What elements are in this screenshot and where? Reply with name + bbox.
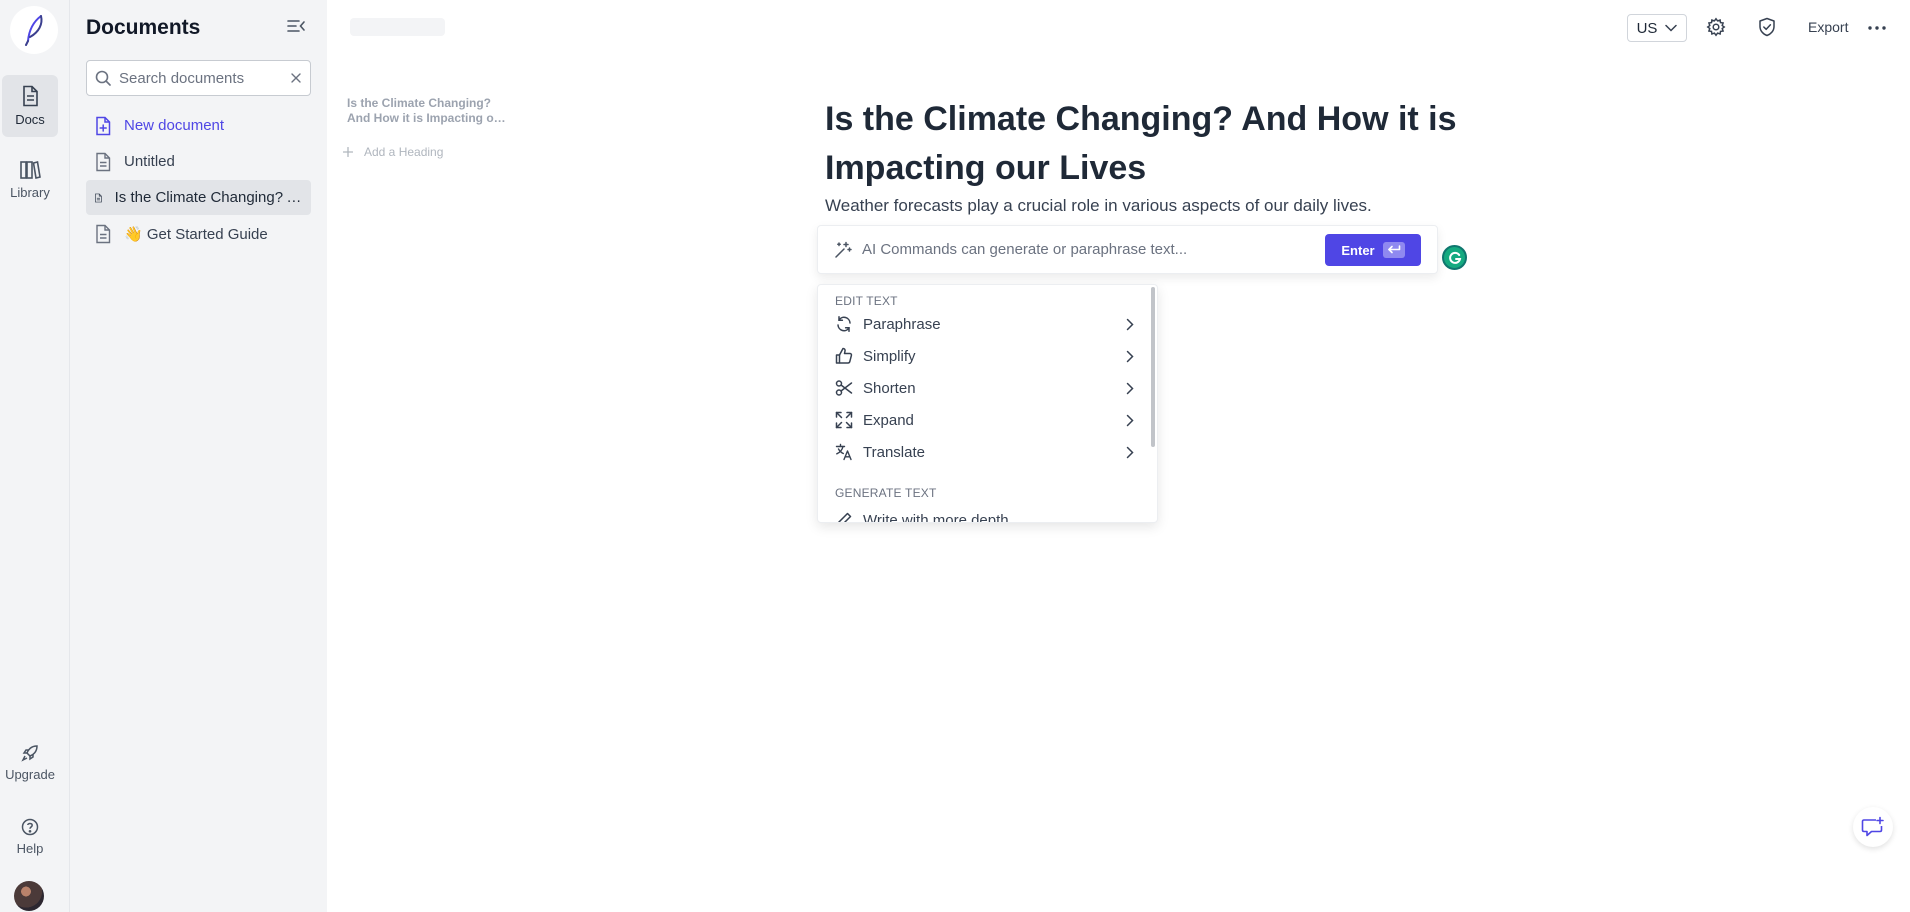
documents-panel: Documents New document Untitled xyxy=(70,0,327,912)
menu-item-label: Paraphrase xyxy=(863,315,941,333)
help-circle-icon xyxy=(21,818,39,836)
quill-logo-icon xyxy=(25,15,43,46)
outline-heading-line: And How it is Impacting our Lives xyxy=(347,111,512,125)
document-icon xyxy=(23,85,38,107)
menu-section-generate-text: GENERATE TEXT xyxy=(835,486,937,500)
add-heading-button[interactable]: Add a Heading xyxy=(343,145,443,159)
menu-item-paraphrase[interactable]: Paraphrase xyxy=(818,308,1148,340)
enter-button-label: Enter xyxy=(1341,242,1375,258)
gear-icon xyxy=(1706,17,1726,37)
privacy-button[interactable] xyxy=(1758,17,1776,37)
menu-item-label: Translate xyxy=(863,443,925,461)
more-options-button[interactable] xyxy=(1868,26,1886,30)
menu-item-expand[interactable]: Expand xyxy=(818,404,1148,436)
menu-scrollbar[interactable] xyxy=(1151,287,1155,447)
export-button[interactable]: Export xyxy=(1808,19,1848,35)
language-value: US xyxy=(1636,19,1658,37)
document-item-label: 👋 Get Started Guide xyxy=(124,225,268,243)
ai-command-bar: Enter xyxy=(817,225,1438,274)
rail-help-label: Help xyxy=(16,841,44,856)
chevron-right-icon xyxy=(1126,318,1134,330)
chevron-right-icon xyxy=(1126,382,1134,394)
menu-item-translate[interactable]: Translate xyxy=(818,436,1148,468)
expand-icon xyxy=(835,411,853,429)
grammarly-g-icon xyxy=(1448,251,1461,264)
outline-heading-line: Is the Climate Changing? xyxy=(347,96,492,110)
document-item-label: Is the Climate Changing? And How it is I… xyxy=(114,189,303,206)
document-item-untitled[interactable]: Untitled xyxy=(86,144,311,179)
chevron-right-icon xyxy=(1126,414,1134,426)
rail-docs[interactable]: Docs xyxy=(2,75,58,137)
menu-item-shorten[interactable]: Shorten xyxy=(818,372,1148,404)
rail-docs-label: Docs xyxy=(15,112,45,127)
collapse-sidebar-button[interactable] xyxy=(286,17,306,35)
rail-library[interactable]: Library xyxy=(2,150,58,210)
books-icon xyxy=(20,161,41,179)
scissors-icon xyxy=(835,380,853,396)
user-avatar[interactable] xyxy=(14,881,44,911)
chevron-down-icon xyxy=(1665,24,1678,32)
thumbs-up-icon xyxy=(835,347,853,364)
document-item-climate[interactable]: Is the Climate Changing? And How it is I… xyxy=(86,180,311,215)
rocket-icon xyxy=(21,745,38,762)
menu-item-label: Write with more depth xyxy=(863,511,1009,523)
add-heading-label: Add a Heading xyxy=(364,145,444,159)
chevron-right-icon xyxy=(1126,446,1134,458)
enter-button[interactable]: Enter xyxy=(1325,234,1421,266)
enter-key-badge xyxy=(1382,242,1405,258)
rail-library-label: Library xyxy=(10,185,50,200)
chat-support-button[interactable] xyxy=(1853,807,1893,847)
ai-command-menu: EDIT TEXT Paraphrase Simplify Shorten Ex… xyxy=(817,284,1158,523)
translate-icon xyxy=(835,443,852,461)
document-icon xyxy=(95,193,102,202)
collapse-menu-icon xyxy=(287,20,305,32)
more-horizontal-icon xyxy=(1868,26,1886,30)
search-input[interactable] xyxy=(119,69,290,87)
language-select[interactable]: US xyxy=(1627,14,1687,42)
chevron-right-icon xyxy=(1126,350,1134,362)
document-list: New document Untitled Is the Climate Cha… xyxy=(86,108,311,252)
new-document-label: New document xyxy=(124,117,225,134)
menu-item-label: Expand xyxy=(863,411,914,429)
new-document-icon xyxy=(96,116,111,135)
menu-item-label: Shorten xyxy=(863,379,916,397)
icon-rail: Docs Library Upgrade Help xyxy=(0,0,70,912)
return-arrow-icon xyxy=(1387,245,1400,254)
rail-upgrade-label: Upgrade xyxy=(5,767,55,782)
document-item-get-started[interactable]: 👋 Get Started Guide xyxy=(86,216,311,251)
rail-upgrade[interactable]: Upgrade xyxy=(2,736,58,790)
pencil-icon xyxy=(837,512,852,522)
menu-item-label: Simplify xyxy=(863,347,916,365)
refresh-icon xyxy=(837,316,851,332)
search-icon xyxy=(95,70,111,86)
app-logo[interactable] xyxy=(10,6,58,54)
menu-item-simplify[interactable]: Simplify xyxy=(818,340,1148,372)
document-body[interactable]: Weather forecasts play a crucial role in… xyxy=(825,196,1372,216)
settings-button[interactable] xyxy=(1706,17,1726,37)
clear-search-icon[interactable] xyxy=(290,72,302,84)
chat-bubble-icon xyxy=(1861,816,1884,837)
shield-check-icon xyxy=(1759,17,1775,37)
search-box xyxy=(86,60,311,96)
document-item-label: Untitled xyxy=(124,153,175,170)
document-icon xyxy=(96,152,111,171)
documents-title: Documents xyxy=(86,16,201,39)
menu-section-edit-text: EDIT TEXT xyxy=(835,294,898,308)
plus-icon xyxy=(343,147,353,157)
menu-item-write-with-more-depth[interactable]: Write with more depth xyxy=(818,504,1148,523)
outline-heading[interactable]: Is the Climate Changing? And How it is I… xyxy=(347,96,512,126)
magic-wand-icon xyxy=(835,241,852,258)
new-document-button[interactable]: New document xyxy=(86,108,311,143)
rail-help[interactable]: Help xyxy=(2,808,58,866)
loading-placeholder xyxy=(350,18,445,36)
grammarly-badge[interactable] xyxy=(1442,245,1467,270)
document-title[interactable]: Is the Climate Changing? And How it is I… xyxy=(825,95,1465,193)
document-icon xyxy=(96,224,111,243)
